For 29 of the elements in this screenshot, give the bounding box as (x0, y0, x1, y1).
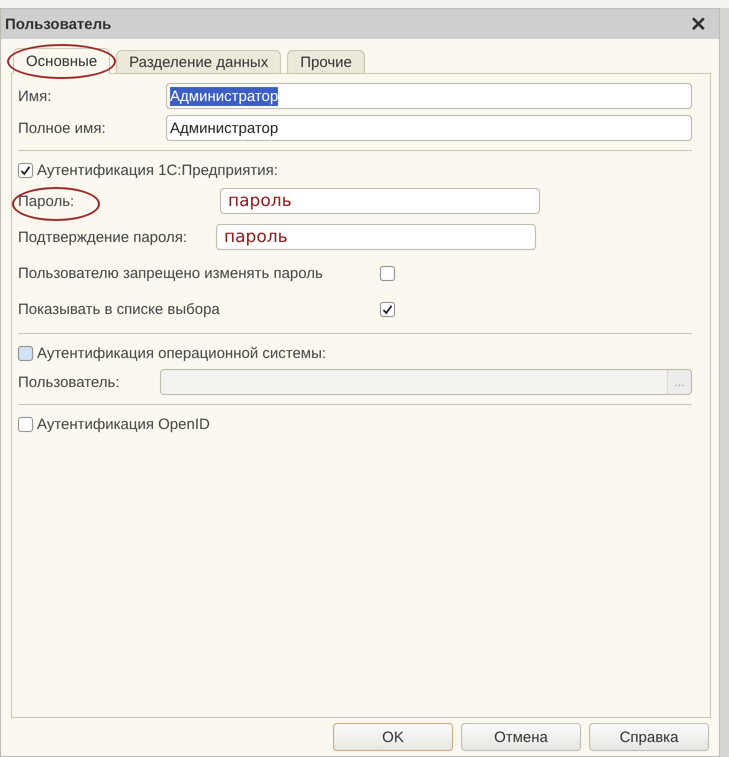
window-title: Пользователь (5, 16, 112, 32)
close-button[interactable]: ✕ (686, 12, 711, 36)
checkmark-icon (382, 304, 393, 314)
input-field[interactable]: Администратор (166, 83, 692, 109)
input-field[interactable]: Администратор (166, 115, 692, 141)
field-label: Подтверждение пароля: (18, 228, 188, 246)
checkbox[interactable] (380, 302, 395, 316)
option-label: Пользователю запрещено изменять пароль (18, 264, 324, 282)
dialog-button[interactable]: Отмена (461, 723, 581, 751)
field-label: Пароль: (18, 192, 74, 210)
checkbox[interactable] (18, 346, 33, 360)
field-label: Полное имя: (18, 120, 107, 136)
checkmark-icon (20, 164, 31, 176)
checkbox[interactable] (380, 266, 395, 280)
field-label: Имя: (18, 88, 52, 104)
checkbox[interactable] (18, 416, 33, 432)
checkbox[interactable] (18, 162, 33, 178)
dialog-button[interactable]: OK (333, 723, 453, 751)
tab[interactable]: Основные (13, 48, 110, 74)
tab[interactable]: Прочие (287, 50, 365, 74)
tab[interactable]: Разделение данных (116, 50, 282, 74)
checkbox-label: Аутентификация OpenID (37, 416, 210, 432)
dialog-button[interactable]: Справка (589, 723, 709, 751)
password-field[interactable]: пароль (220, 188, 540, 214)
password-field[interactable]: пароль (216, 224, 536, 250)
checkbox-label: Аутентификация 1С:Предприятия: (37, 162, 278, 178)
checkbox-label: Аутентификация операционной системы: (37, 344, 326, 362)
option-label: Показывать в списке выбора (18, 300, 221, 318)
field-label: Пользователь: (18, 374, 121, 390)
